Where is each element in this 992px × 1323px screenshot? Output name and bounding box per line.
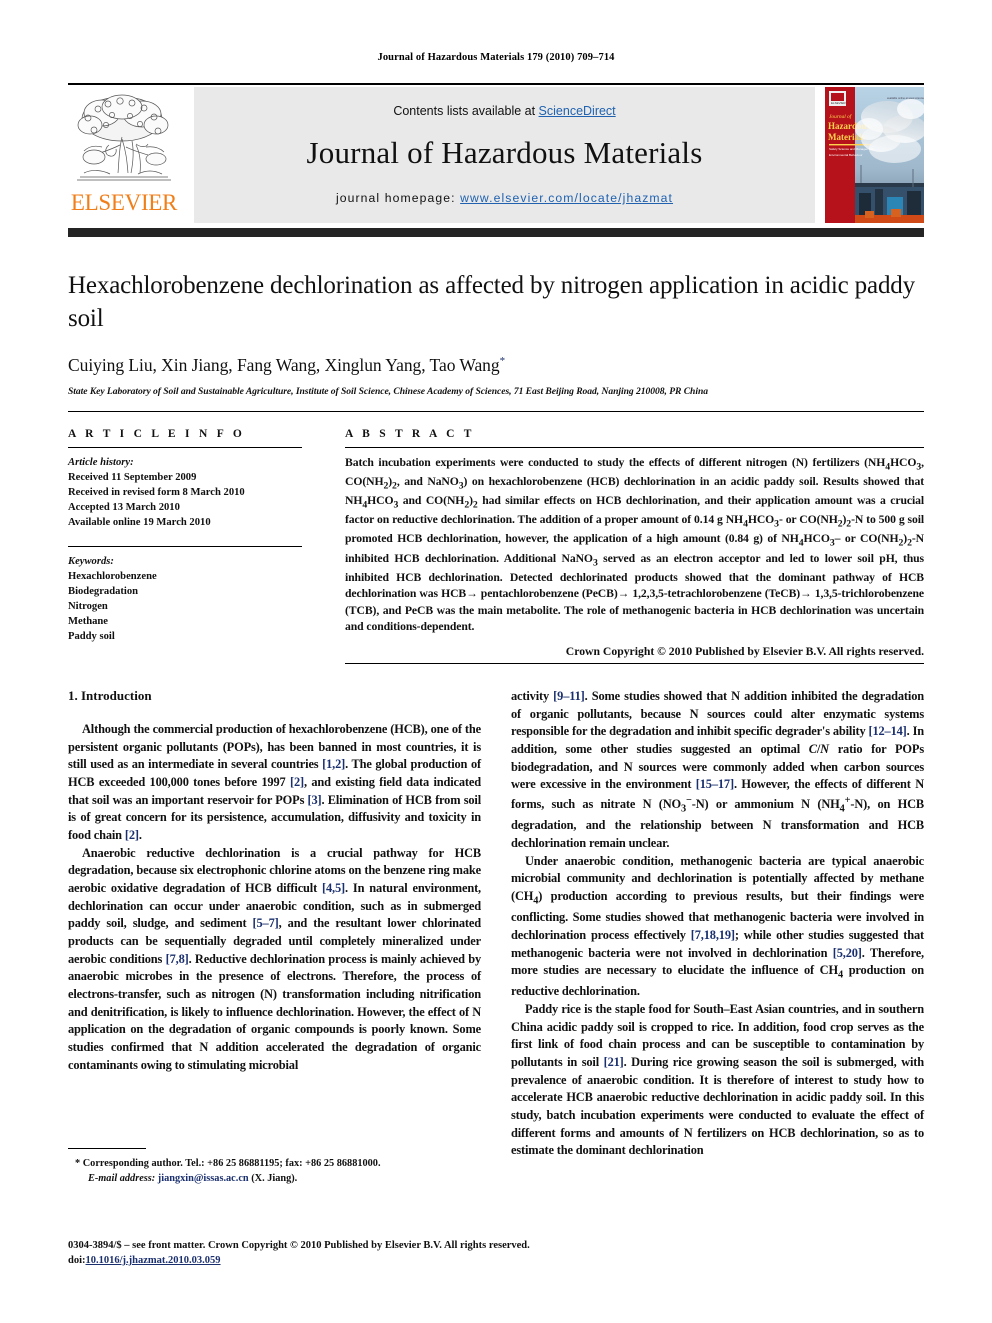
journal-masthead: ELSEVIER Contents lists available at Sci… <box>68 83 924 223</box>
paragraph: Although the commercial production of he… <box>68 722 481 843</box>
footer-front-matter: 0304-3894/$ – see front matter. Crown Co… <box>68 1240 530 1251</box>
history-item: Received in revised form 8 March 2010 <box>68 487 245 499</box>
history-item: Available online 19 March 2010 <box>68 517 211 529</box>
keyword-item: Paddy soil <box>68 631 115 643</box>
contents-list-line: Contents lists available at ScienceDirec… <box>194 104 815 118</box>
masthead-top-rule <box>68 83 924 85</box>
keyword-item: Nitrogen <box>68 601 108 613</box>
footnote-corresponding-text: Corresponding author. Tel.: +86 25 86881… <box>82 1158 381 1169</box>
svg-text:Environmental Behaviour: Environmental Behaviour <box>829 153 863 157</box>
article-info-column: A R T I C L E I N F O Article history: R… <box>68 428 302 644</box>
paragraph: Under anaerobic condition, methanogenic … <box>511 853 925 999</box>
body-column-left: 1. Introduction Although the commercial … <box>68 688 481 1074</box>
elsevier-tree-icon <box>77 94 171 181</box>
corresponding-author-marker: * <box>499 355 506 368</box>
history-item: Received 11 September 2009 <box>68 472 197 484</box>
journal-homepage-line: journal homepage: www.elsevier.com/locat… <box>194 191 815 205</box>
masthead-bottom-rule <box>68 228 924 237</box>
article-info-rule <box>68 447 302 448</box>
page-footer: 0304-3894/$ – see front matter. Crown Co… <box>68 1238 668 1268</box>
section-heading-introduction: 1. Introduction <box>68 688 152 703</box>
history-item: Accepted 13 March 2010 <box>68 502 180 514</box>
doi-link[interactable]: 10.1016/j.jhazmat.2010.03.059 <box>86 1255 221 1266</box>
footnote-email-line: E-mail address: jiangxin@issas.ac.cn (X.… <box>68 1172 481 1187</box>
homepage-prefix: journal homepage: <box>335 191 461 205</box>
article-page: Journal of Hazardous Materials 179 (2010… <box>0 0 992 1323</box>
title-block: Hexachlorobenzene dechlorination as affe… <box>68 270 924 397</box>
body-column-right: activity [9–11]. Some studies showed tha… <box>511 688 924 1160</box>
abstract-column: A B S T R A C T Batch incubation experim… <box>345 428 924 658</box>
elsevier-wordmark: ELSEVIER <box>70 190 178 215</box>
sciencedirect-link[interactable]: ScienceDirect <box>539 104 616 118</box>
journal-homepage-link[interactable]: www.elsevier.com/locate/jhazmat <box>460 191 673 205</box>
keywords-label: Keywords: <box>68 556 114 568</box>
abstract-heading: A B S T R A C T <box>345 428 475 440</box>
email-link[interactable]: jiangxin@issas.ac.cn <box>158 1173 249 1184</box>
keyword-item: Methane <box>68 616 109 628</box>
info-block-top-rule <box>68 411 924 412</box>
corresponding-author-footnote: * Corresponding author. Tel.: +86 25 868… <box>68 1148 481 1186</box>
article-info-heading: A R T I C L E I N F O <box>68 428 246 440</box>
paragraph: Paddy rice is the staple food for South–… <box>511 1002 925 1158</box>
affiliation: State Key Laboratory of Soil and Sustain… <box>68 386 708 397</box>
page-title: Hexachlorobenzene dechlorination as affe… <box>68 272 916 332</box>
contents-prefix: Contents lists available at <box>393 104 539 118</box>
footnote-corresponding-line: * Corresponding author. Tel.: +86 25 868… <box>68 1157 481 1172</box>
info-block-bottom-rule <box>345 663 924 664</box>
journal-band: Contents lists available at ScienceDirec… <box>194 87 815 223</box>
doi-label: doi: <box>68 1255 86 1267</box>
cover-image: ELSEVIER Journal of Hazardous Materials … <box>825 87 924 223</box>
running-head: Journal of Hazardous Materials 179 (2010… <box>377 52 615 63</box>
email-address-label: E-mail address: <box>88 1172 156 1184</box>
abstract-copyright: Crown Copyright © 2010 Published by Else… <box>565 644 924 658</box>
keywords-rule <box>68 546 302 548</box>
paragraph: Anaerobic reductive dechlorination is a … <box>68 845 481 1072</box>
article-history-group: Article history: Received 11 September 2… <box>68 455 302 530</box>
journal-title: Journal of Hazardous Materials <box>306 135 703 170</box>
author-names: Cuiying Liu, Xin Jiang, Fang Wang, Xingl… <box>68 355 500 375</box>
svg-text:ELSEVIER: ELSEVIER <box>831 101 847 105</box>
paragraph: activity [9–11]. Some studies showed tha… <box>511 689 925 850</box>
abstract-text: Batch incubation experiments were conduc… <box>345 456 924 634</box>
footnote-marker: * <box>75 1158 81 1169</box>
keyword-item: Hexachlorobenzene <box>68 571 157 583</box>
svg-text:Journal of: Journal of <box>829 113 853 120</box>
email-owner: (X. Jiang). <box>251 1172 298 1184</box>
footnote-rule <box>68 1148 146 1149</box>
elsevier-logo: ELSEVIER <box>68 87 180 223</box>
author-list: Cuiying Liu, Xin Jiang, Fang Wang, Xingl… <box>68 355 924 376</box>
keyword-item: Biodegradation <box>68 586 139 598</box>
footer-doi-line: doi:10.1016/j.jhazmat.2010.03.059 <box>68 1253 668 1268</box>
journal-cover-thumbnail: ELSEVIER Journal of Hazardous Materials … <box>825 87 924 223</box>
abstract-rule <box>345 447 924 448</box>
keywords-group: Keywords: Hexachlorobenzene Biodegradati… <box>68 554 302 644</box>
article-history-label: Article history: <box>68 457 134 468</box>
svg-text:available online at www.scienc: available online at www.sciencedirect.co… <box>887 96 924 100</box>
